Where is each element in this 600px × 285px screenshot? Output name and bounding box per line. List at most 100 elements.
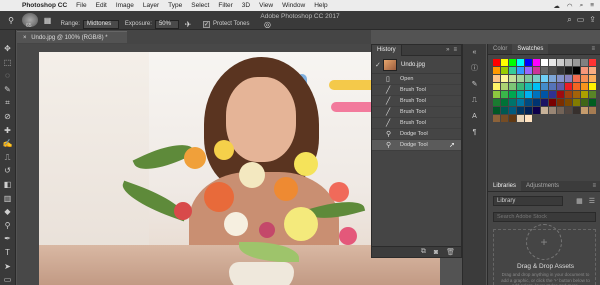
airbrush-icon[interactable]: ✈	[181, 18, 195, 30]
exposure-input[interactable]: 50%	[154, 19, 179, 29]
brush-tool-icon[interactable]: ✍	[3, 139, 13, 149]
swatch[interactable]	[501, 107, 508, 114]
swatch[interactable]	[565, 107, 572, 114]
quick-select-tool-icon[interactable]: ✎	[3, 85, 13, 95]
swatch[interactable]	[525, 115, 532, 122]
swatch[interactable]	[549, 59, 556, 66]
stock-search-input[interactable]: Search Adobe Stock	[493, 212, 596, 222]
paragraph-panel-icon[interactable]: ¶	[469, 128, 481, 138]
move-tool-icon[interactable]: ✥	[3, 44, 13, 54]
panel-menu-icon[interactable]: ≡	[587, 181, 600, 191]
swatch[interactable]	[533, 91, 540, 98]
menu-filter[interactable]: Filter	[218, 2, 232, 9]
creative-cloud-icon[interactable]: ☁	[553, 2, 560, 10]
eraser-tool-icon[interactable]: ◧	[3, 180, 13, 190]
swatch[interactable]	[581, 83, 588, 90]
swatch[interactable]	[517, 99, 524, 106]
swatch[interactable]	[525, 99, 532, 106]
add-asset-plus-icon[interactable]: +	[526, 224, 562, 260]
swatch[interactable]	[581, 75, 588, 82]
swatch[interactable]	[565, 99, 572, 106]
expand-panels-icon[interactable]: «	[469, 48, 481, 58]
swatch[interactable]	[509, 99, 516, 106]
swatch[interactable]	[589, 59, 596, 66]
history-state[interactable]: ▯ Open	[372, 74, 461, 85]
tab-color[interactable]: Color	[488, 44, 512, 54]
swatch[interactable]	[581, 67, 588, 74]
character-panel-icon[interactable]: A	[469, 112, 481, 122]
dodge-tool-icon[interactable]: ⚲	[3, 221, 13, 231]
swatch[interactable]	[581, 91, 588, 98]
swatch[interactable]	[589, 99, 596, 106]
swatch[interactable]	[581, 99, 588, 106]
swatch[interactable]	[589, 75, 596, 82]
swatch[interactable]	[549, 91, 556, 98]
swatch[interactable]	[557, 99, 564, 106]
panel-menu-icon[interactable]: ≡	[586, 44, 600, 54]
swatch[interactable]	[501, 115, 508, 122]
swatch[interactable]	[565, 83, 572, 90]
swatch[interactable]	[509, 75, 516, 82]
info-panel-icon[interactable]: ⓘ	[469, 64, 481, 74]
menu-file[interactable]: File	[76, 2, 86, 9]
crop-tool-icon[interactable]: ⌗	[3, 98, 13, 108]
swatch[interactable]	[549, 67, 556, 74]
pen-tool-icon[interactable]: ✒	[3, 234, 13, 244]
swatch[interactable]	[589, 83, 596, 90]
swatch[interactable]	[517, 115, 524, 122]
menu-image[interactable]: Image	[116, 2, 134, 9]
swatch[interactable]	[549, 99, 556, 106]
swatch[interactable]	[557, 107, 564, 114]
swatch[interactable]	[517, 75, 524, 82]
search-icon[interactable]: ⌕	[567, 15, 571, 25]
swatch[interactable]	[573, 99, 580, 106]
protect-tones-checkbox[interactable]: ✓	[202, 20, 210, 28]
history-brush-source-icon[interactable]: ✓	[375, 61, 383, 69]
swatch[interactable]	[549, 75, 556, 82]
tab-swatches[interactable]: Swatches	[512, 44, 549, 54]
menu-type[interactable]: Type	[168, 2, 182, 9]
swatch[interactable]	[541, 59, 548, 66]
swatch[interactable]	[517, 83, 524, 90]
menu-window[interactable]: Window	[282, 2, 305, 9]
swatch[interactable]	[541, 75, 548, 82]
swatch[interactable]	[533, 75, 540, 82]
menu-help[interactable]: Help	[314, 2, 327, 9]
swatch[interactable]	[541, 107, 548, 114]
swatch[interactable]	[525, 83, 532, 90]
swatch[interactable]	[517, 67, 524, 74]
tab-adjustments[interactable]: Adjustments	[521, 181, 564, 191]
swatch[interactable]	[517, 59, 524, 66]
swatch[interactable]	[533, 99, 540, 106]
swatch[interactable]	[557, 59, 564, 66]
swatch[interactable]	[557, 83, 564, 90]
swatch[interactable]	[509, 59, 516, 66]
swatch[interactable]	[525, 91, 532, 98]
swatch[interactable]	[565, 75, 572, 82]
shape-tool-icon[interactable]: ▭	[3, 275, 13, 285]
lasso-tool-icon[interactable]: ◌	[3, 71, 13, 81]
swatch[interactable]	[573, 59, 580, 66]
history-state-selected[interactable]: ⚲ Dodge Tool ➚	[372, 140, 461, 151]
swatch[interactable]	[501, 91, 508, 98]
swatch[interactable]	[573, 83, 580, 90]
healing-tool-icon[interactable]: ✚	[3, 126, 13, 136]
swatch[interactable]	[581, 59, 588, 66]
swatch[interactable]	[589, 67, 596, 74]
swatch[interactable]	[557, 75, 564, 82]
swatch[interactable]	[493, 75, 500, 82]
swatch[interactable]	[509, 91, 516, 98]
swatch[interactable]	[589, 107, 596, 114]
swatch[interactable]	[541, 67, 548, 74]
swatch[interactable]	[493, 91, 500, 98]
grid-view-icon[interactable]: ▦	[576, 197, 583, 205]
menu-layer[interactable]: Layer	[143, 2, 159, 9]
swatch[interactable]	[533, 107, 540, 114]
tab-libraries[interactable]: Libraries	[488, 181, 522, 191]
range-select[interactable]: Midtones	[82, 19, 119, 29]
history-state[interactable]: ╱ Brush Tool	[372, 85, 461, 96]
workspace-icon[interactable]: ▭	[577, 15, 585, 25]
history-snapshot[interactable]: ✓ Undo.jpg	[372, 56, 461, 74]
swatch[interactable]	[517, 107, 524, 114]
swatch[interactable]	[501, 99, 508, 106]
